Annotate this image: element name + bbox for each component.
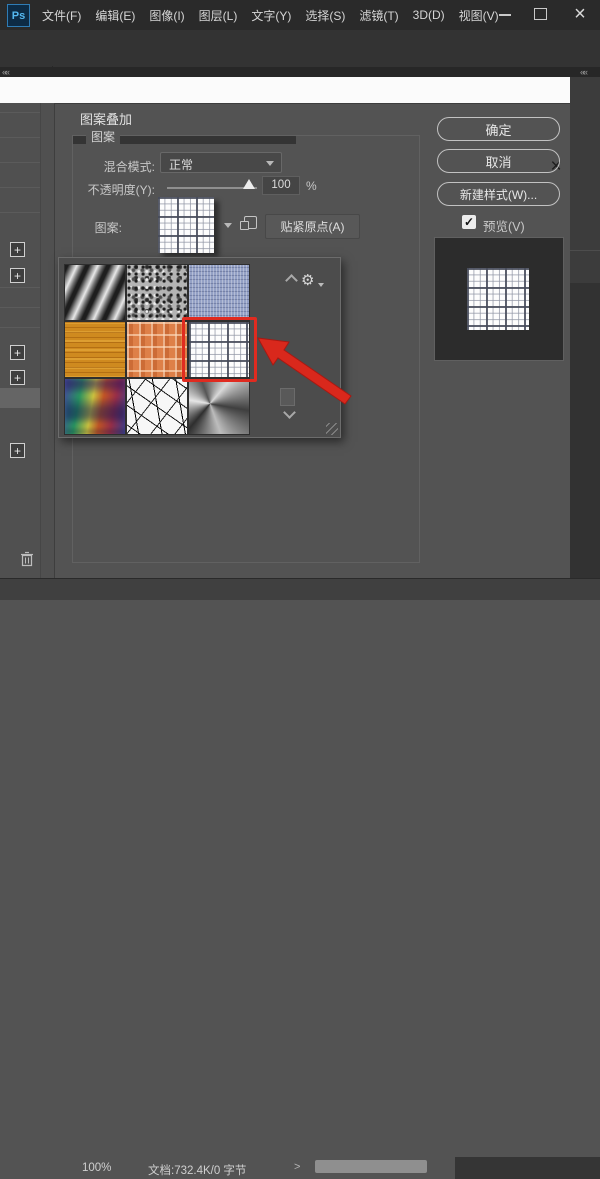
panel-heading: 图案叠加: [80, 109, 132, 128]
pattern-label: 图案:: [60, 219, 122, 236]
menu-item[interactable]: 编辑(E): [95, 7, 135, 24]
maximize-icon[interactable]: [534, 8, 547, 20]
preview-checkbox[interactable]: ✓: [462, 215, 476, 229]
effect-row-divider: [0, 187, 40, 188]
pattern-swatch-gray-satin[interactable]: [189, 379, 249, 434]
pattern-swatch-wood-grain[interactable]: [65, 322, 125, 377]
picker-scroll-up-icon[interactable]: [285, 274, 298, 287]
blend-mode-value: 正常: [169, 156, 193, 173]
effect-row-divider: [0, 287, 40, 288]
menu-item[interactable]: 文字(Y): [251, 7, 291, 24]
new-pattern-stamp-icon[interactable]: [244, 216, 257, 229]
layer-style-effect-list: + + + + +: [0, 103, 55, 578]
effect-row-divider: [0, 327, 40, 328]
menu-item[interactable]: 视图(V): [459, 7, 499, 24]
pattern-swatch-zebra-stripes[interactable]: [65, 265, 125, 320]
menu-bar: Ps 文件(F) 编辑(E) 图像(I) 图层(L) 文字(Y) 选择(S) 滤镜(T) 3D…: [0, 0, 600, 31]
add-effect-button[interactable]: +: [10, 268, 25, 283]
effect-row-divider: [0, 162, 40, 163]
document-size-info: 文档:732.4K/0 字节: [148, 1162, 246, 1178]
delete-effect-trash-icon[interactable]: [20, 551, 34, 567]
menu-item[interactable]: 图层(L): [199, 7, 238, 24]
pattern-swatch-blue-denim[interactable]: [189, 265, 249, 320]
status-bar-right-area: [455, 1157, 600, 1179]
opacity-value-field[interactable]: 100: [262, 176, 300, 195]
options-bar: [0, 30, 600, 68]
current-pattern-thumbnail[interactable]: [158, 197, 214, 253]
add-effect-button[interactable]: +: [10, 370, 25, 385]
dialog-title-bar[interactable]: ×: [0, 77, 570, 103]
snap-to-origin-button[interactable]: 贴紧原点(A): [265, 214, 360, 239]
annotation-highlight-rectangle: [182, 317, 257, 382]
blend-mode-label: 混合模式:: [55, 158, 155, 175]
pattern-swatch-ink-scribble[interactable]: [127, 379, 187, 434]
ok-button[interactable]: 确定: [437, 117, 560, 141]
opacity-label: 不透明度(Y):: [45, 181, 155, 198]
zoom-level[interactable]: 100%: [82, 1162, 111, 1174]
status-chevron-icon[interactable]: >: [294, 1161, 300, 1173]
effect-row-divider: [0, 307, 40, 308]
gear-menu-chevron-icon: [318, 283, 324, 287]
cancel-button[interactable]: 取消: [437, 149, 560, 173]
menu-item[interactable]: 文件(F): [42, 7, 81, 24]
pattern-swatch-granite-noise[interactable]: [127, 265, 187, 320]
rail-divider-line: [40, 103, 41, 578]
chevron-down-icon: [266, 161, 274, 166]
add-effect-button[interactable]: +: [10, 242, 25, 257]
picker-resize-grip[interactable]: [326, 423, 338, 435]
add-effect-button[interactable]: +: [10, 345, 25, 360]
document-tab-bar: «« ««: [0, 67, 600, 77]
pattern-swatch-orange-weave[interactable]: [127, 322, 187, 377]
tab-scroll-right-icon[interactable]: ««: [580, 67, 586, 77]
pattern-swatch-rainbow-tiedye[interactable]: [65, 379, 125, 434]
window-close-icon[interactable]: ×: [569, 1, 591, 27]
style-preview-panel: [434, 237, 564, 361]
effect-row-divider: [0, 137, 40, 138]
selected-effect-row[interactable]: [0, 388, 40, 408]
preview-label: 预览(V): [483, 216, 525, 235]
picker-scrollbar-thumb[interactable]: [280, 388, 295, 406]
menu-item[interactable]: 图像(I): [149, 7, 184, 24]
menu-items: 文件(F) 编辑(E) 图像(I) 图层(L) 文字(Y) 选择(S) 滤镜(T) 3D(D)…: [42, 0, 513, 30]
add-effect-button[interactable]: +: [10, 443, 25, 458]
dock-divider: [570, 250, 600, 251]
status-bar: 100% 文档:732.4K/0 字节 >: [0, 578, 600, 600]
effect-row-divider: [0, 112, 40, 113]
tab-scroll-left-icon[interactable]: ««: [2, 67, 8, 77]
effect-row-divider: [0, 212, 40, 213]
horizontal-scrollbar-thumb[interactable]: [315, 1160, 427, 1173]
dock-lower-area: [570, 283, 600, 578]
blend-mode-select[interactable]: 正常: [160, 152, 282, 173]
new-style-button[interactable]: 新建样式(W)...: [437, 182, 560, 206]
opacity-slider-thumb[interactable]: [243, 179, 255, 189]
opacity-unit-label: %: [306, 179, 317, 193]
menu-item[interactable]: 3D(D): [413, 8, 445, 22]
menu-item[interactable]: 选择(S): [305, 7, 345, 24]
gear-icon[interactable]: ⚙: [301, 271, 314, 289]
style-preview-thumbnail: [467, 268, 529, 330]
menu-item[interactable]: 滤镜(T): [359, 7, 398, 24]
pattern-picker-chevron-down-icon[interactable]: [224, 223, 232, 228]
photoshop-logo: Ps: [7, 4, 30, 27]
minimize-icon[interactable]: [499, 14, 511, 16]
picker-scroll-down-icon[interactable]: [283, 406, 296, 419]
pattern-group-label: 图案: [86, 128, 120, 145]
